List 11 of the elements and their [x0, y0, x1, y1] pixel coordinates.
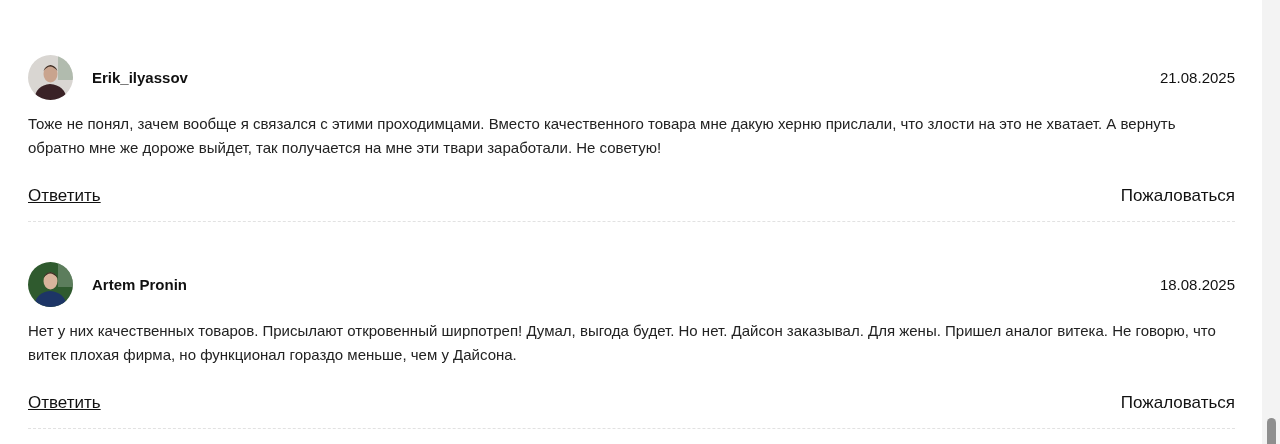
review-date: 18.08.2025: [1159, 276, 1235, 293]
reply-link[interactable]: Ответить: [28, 393, 101, 413]
review-text: Тоже не понял, зачем вообще я связался с этими проходимцами. Вместо качественного товара мне дакую херню прислали, что злости на это не хватает. А вернуть обратно мне же дороже выйдет, так получается на мне эти твари заработали. Не советую!: [28, 114, 1177, 158]
review-date: 21.08.2025: [1159, 69, 1235, 86]
review-text: Нет у них качественных товаров. Присылают откровенный ширпотреп! Думал, выгода будет. Но нет. Дайсон заказывал. Для жены. Пришел аналог витека. Не говорю, что витек плохая фирма, но функционал гораздо меньше, чем у Дайсона.: [28, 321, 1217, 365]
author-name: Artem Pronin: [92, 276, 187, 293]
report-link[interactable]: Пожаловаться: [1120, 393, 1235, 413]
reply-link[interactable]: Ответить: [28, 186, 101, 206]
author-name: Erik_ilyassov: [92, 69, 188, 86]
scrollbar-thumb[interactable]: [1267, 418, 1276, 444]
report-link[interactable]: Пожаловаться: [1120, 186, 1235, 206]
